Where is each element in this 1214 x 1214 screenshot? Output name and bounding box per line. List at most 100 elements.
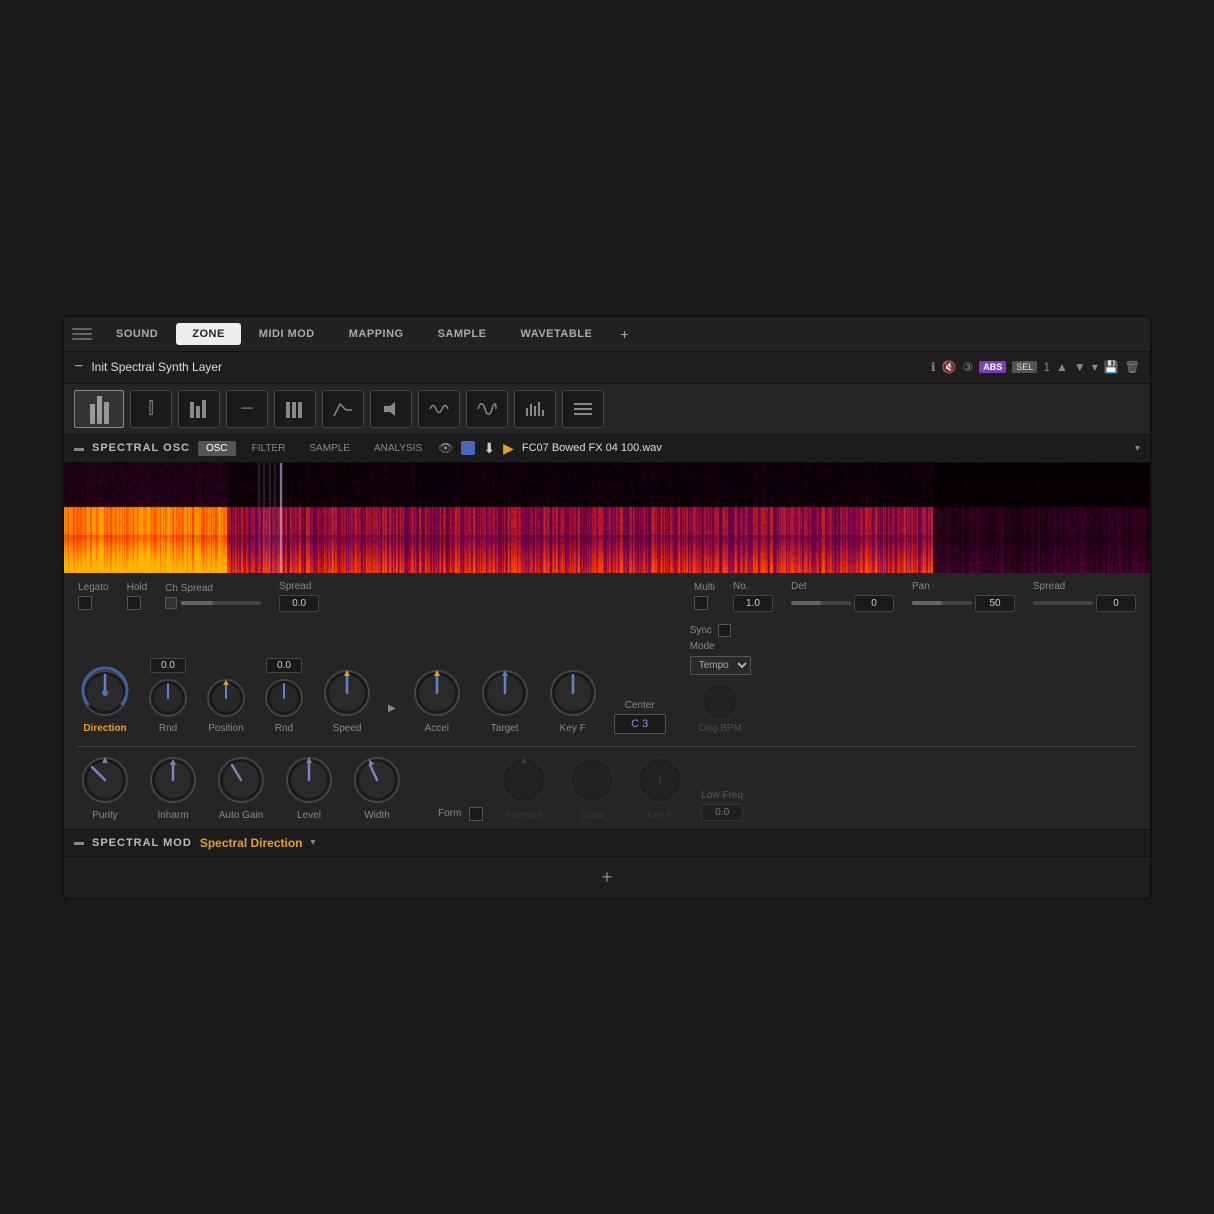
ch-spread-track[interactable] <box>181 601 261 605</box>
purity-knob[interactable] <box>78 753 132 807</box>
instrument-spectrum-button[interactable] <box>514 390 556 428</box>
hold-group: Hold <box>127 582 148 610</box>
spread-value[interactable]: 0.0 <box>279 595 319 612</box>
tab-sound[interactable]: SOUND <box>100 323 174 345</box>
save-icon[interactable]: 💾 <box>1104 360 1119 374</box>
play-icon[interactable]: ▶ <box>503 440 514 457</box>
ch-spread-checkbox[interactable] <box>165 597 177 609</box>
mode-select[interactable]: Tempo <box>690 656 751 675</box>
legato-checkbox[interactable] <box>78 596 92 610</box>
instrument-layers-button[interactable] <box>74 390 124 428</box>
delete-icon[interactable]: 🗑 <box>1125 360 1140 374</box>
form-checkbox[interactable] <box>469 807 483 821</box>
spectral-osc-header: ▬ SPECTRAL OSC OSC FILTER SAMPLE ANALYSI… <box>64 435 1150 463</box>
top-nav: SOUND ZONE MIDI MOD MAPPING SAMPLE WAVET… <box>64 317 1150 352</box>
instrument-grid-button[interactable] <box>274 390 316 428</box>
instrument-line-button[interactable]: ─ <box>226 390 268 428</box>
tab-sample[interactable]: SAMPLE <box>422 323 503 345</box>
add-button[interactable]: + <box>602 867 613 888</box>
instrument-volume-button[interactable] <box>370 390 412 428</box>
tab-zone[interactable]: ZONE <box>176 323 241 345</box>
knob-row-1: Direction 0.0 Rnd <box>78 624 1136 734</box>
tab-filter[interactable]: FILTER <box>244 441 294 456</box>
window-menu[interactable] <box>72 324 92 344</box>
rnd2-value[interactable]: 0.0 <box>266 658 302 673</box>
pan-value[interactable]: 50 <box>975 595 1015 612</box>
direction-knob[interactable] <box>78 666 132 720</box>
sync-checkbox[interactable] <box>718 624 731 637</box>
width-knob[interactable] <box>350 753 404 807</box>
det-track[interactable] <box>791 601 851 605</box>
knob-row-2: Purity Inharm <box>78 753 1136 821</box>
mode-label: Mode <box>690 641 751 652</box>
speed-knob[interactable] <box>320 666 374 720</box>
spread2-track[interactable] <box>1033 601 1093 605</box>
target-knob[interactable] <box>478 666 532 720</box>
legato-label: Legato <box>78 582 109 593</box>
waveform-canvas <box>64 463 1150 573</box>
center-label: Center <box>625 700 655 711</box>
collapse-spectral-mod-button[interactable]: ▬ <box>74 837 84 848</box>
direction-label: Direction <box>83 723 126 734</box>
mute-icon[interactable]: 🔇 <box>942 360 957 374</box>
pan-track[interactable] <box>912 601 972 605</box>
inharm-knob[interactable] <box>146 753 200 807</box>
instrument-wave-button[interactable] <box>418 390 460 428</box>
inharm-knob-group: Inharm <box>146 753 200 821</box>
tab-midi-mod[interactable]: MIDI MOD <box>243 323 331 345</box>
spread-label: Spread <box>279 581 311 592</box>
auto-gain-knob[interactable] <box>214 753 268 807</box>
spread-group: Spread 0.0 <box>279 581 319 612</box>
rnd2-knob[interactable] <box>262 676 306 720</box>
color-swatch[interactable] <box>461 441 475 455</box>
abs-badge[interactable]: ABS <box>979 361 1006 373</box>
instrument-vertical-button[interactable]: ⫿ <box>130 390 172 428</box>
tab-osc[interactable]: OSC <box>198 441 236 456</box>
multi-label: Multi <box>694 582 715 593</box>
spread2-value[interactable]: 0 <box>1096 595 1136 612</box>
expand-icon[interactable]: ▾ <box>1092 360 1098 374</box>
midi-icon[interactable]: ③ <box>963 360 974 374</box>
sel-badge[interactable]: SEL <box>1012 361 1037 373</box>
purity-label: Purity <box>92 810 118 821</box>
level-knob[interactable] <box>282 753 336 807</box>
move-up-icon[interactable]: ▲ <box>1056 360 1068 374</box>
preset-bar: − Init Spectral Synth Layer ℹ 🔇 ③ ABS SE… <box>64 352 1150 384</box>
instrument-envelope-button[interactable] <box>322 390 364 428</box>
filename-dropdown-arrow[interactable]: ▾ <box>1135 443 1140 454</box>
tab-mapping[interactable]: MAPPING <box>333 323 420 345</box>
rnd1-value[interactable]: 0.0 <box>150 658 186 673</box>
add-tab-button[interactable]: + <box>610 321 638 347</box>
spread2-label: Spread <box>1033 581 1065 592</box>
spectral-mod-dropdown-arrow[interactable]: ▾ <box>311 837 316 848</box>
hold-checkbox[interactable] <box>127 596 141 610</box>
instrument-wave2-button[interactable] <box>466 390 508 428</box>
multi-checkbox[interactable] <box>694 596 708 610</box>
eye-icon[interactable]: 👁 <box>438 441 453 455</box>
accel-knob[interactable] <box>410 666 464 720</box>
move-down-icon[interactable]: ▼ <box>1074 360 1086 374</box>
center-value[interactable]: C 3 <box>614 714 666 734</box>
tab-sample-osc[interactable]: SAMPLE <box>301 441 358 456</box>
preset-minus-button[interactable]: − <box>74 358 83 376</box>
low-freq-value: 0.0 <box>701 804 743 821</box>
scale-knob-group: Scale <box>565 753 619 821</box>
low-freq-label: Low Freq <box>701 790 743 801</box>
tab-wavetable[interactable]: WAVETABLE <box>504 323 608 345</box>
position-knob[interactable] <box>204 676 248 720</box>
keyf-knob[interactable] <box>546 666 600 720</box>
tab-analysis[interactable]: ANALYSIS <box>366 441 430 456</box>
no-value[interactable]: 1.0 <box>733 595 773 612</box>
det-value[interactable]: 0 <box>854 595 894 612</box>
position-label: Position <box>208 723 244 734</box>
add-row[interactable]: + <box>64 857 1150 898</box>
load-icon[interactable]: ⬇ <box>483 440 495 457</box>
auto-gain-label: Auto Gain <box>219 810 263 821</box>
instrument-list-button[interactable] <box>562 390 604 428</box>
instrument-bars-button[interactable] <box>178 390 220 428</box>
info-icon[interactable]: ℹ <box>931 360 936 374</box>
ch-spread-label: Ch Spread <box>165 583 213 594</box>
rnd1-knob[interactable] <box>146 676 190 720</box>
collapse-spectral-osc-button[interactable]: ▬ <box>74 443 84 454</box>
waveform-display[interactable] <box>64 463 1150 573</box>
